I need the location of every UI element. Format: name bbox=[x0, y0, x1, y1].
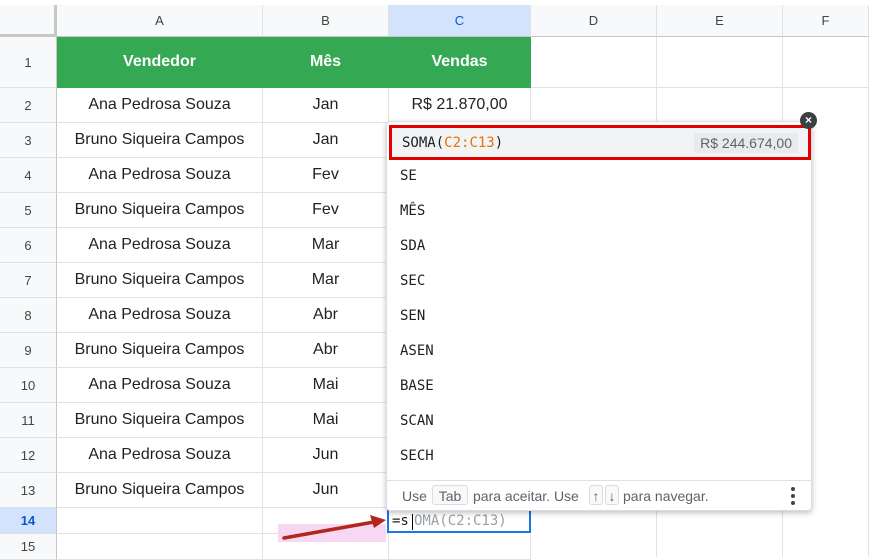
active-cell-editor[interactable]: =s OMA(C2:C13) bbox=[387, 509, 531, 533]
column-header-a[interactable]: A bbox=[57, 5, 263, 37]
typed-text: =s bbox=[392, 513, 409, 529]
suggestion-item[interactable]: SCAN bbox=[400, 413, 434, 429]
suggestion-soma[interactable]: SOMA(C2:C13) R$ 244.674,00 bbox=[389, 125, 811, 160]
row-header-4[interactable]: 4 bbox=[0, 158, 57, 193]
row-header-8[interactable]: 8 bbox=[0, 298, 57, 333]
suggestion-item[interactable]: ASEN bbox=[400, 343, 434, 359]
close-icon[interactable]: × bbox=[800, 112, 817, 129]
select-all-corner[interactable] bbox=[0, 5, 57, 37]
suggestion-item[interactable]: SDA bbox=[400, 238, 425, 254]
column-header-b[interactable]: B bbox=[263, 5, 389, 37]
suggestion-item[interactable]: SEC bbox=[400, 273, 425, 289]
cell-vendedor[interactable]: Bruno Siqueira Campos bbox=[57, 123, 263, 158]
row-header-7[interactable]: 7 bbox=[0, 263, 57, 298]
suggestion-item[interactable]: BASE bbox=[400, 378, 434, 394]
cell-vendas[interactable]: R$ 21.870,00 bbox=[389, 88, 531, 123]
row-header-3[interactable]: 3 bbox=[0, 123, 57, 158]
suggestion-soma-formula: SOMA(C2:C13) bbox=[402, 135, 504, 151]
cell-mes[interactable]: Mar bbox=[263, 263, 389, 298]
suggestion-item[interactable]: SE bbox=[400, 168, 417, 184]
cell-mes[interactable]: Fev bbox=[263, 193, 389, 228]
cell-mes[interactable]: Mai bbox=[263, 368, 389, 403]
footer-navigate-label: para navegar. bbox=[623, 488, 709, 504]
cell-vendedor[interactable]: Bruno Siqueira Campos bbox=[57, 263, 263, 298]
footer-accept-label: para aceitar. Use bbox=[473, 488, 579, 504]
cell-vendedor[interactable]: Ana Pedrosa Souza bbox=[57, 438, 263, 473]
up-arrow-icon: ↑ bbox=[589, 485, 603, 505]
footer-use-label: Use bbox=[402, 488, 427, 504]
text-caret bbox=[412, 514, 413, 530]
row-header-15[interactable]: 15 bbox=[0, 534, 57, 560]
column-header-d[interactable]: D bbox=[531, 5, 657, 37]
cell-vendedor[interactable]: Bruno Siqueira Campos bbox=[57, 333, 263, 368]
row-header-6[interactable]: 6 bbox=[0, 228, 57, 263]
cell-mes[interactable]: Jan bbox=[263, 88, 389, 123]
header-vendedor[interactable]: Vendedor bbox=[57, 37, 263, 88]
cell-vendedor[interactable]: Ana Pedrosa Souza bbox=[57, 298, 263, 333]
tab-key-hint: Tab bbox=[432, 485, 468, 505]
row-header-14[interactable]: 14 bbox=[0, 508, 57, 534]
header-mes[interactable]: Mês bbox=[263, 37, 389, 88]
cell-mes[interactable]: Jun bbox=[263, 438, 389, 473]
formula-autocomplete-popup: SOMA(C2:C13) R$ 244.674,00 SE MÊS SDA SE… bbox=[386, 121, 812, 511]
row-header-12[interactable]: 12 bbox=[0, 438, 57, 473]
cell-mes[interactable]: Jan bbox=[263, 123, 389, 158]
cell-mes[interactable]: Jun bbox=[263, 473, 389, 508]
row-header-11[interactable]: 11 bbox=[0, 403, 57, 438]
column-header-c[interactable]: C bbox=[389, 5, 531, 37]
row-header-9[interactable]: 9 bbox=[0, 333, 57, 368]
more-options-icon[interactable] bbox=[791, 487, 795, 508]
column-header-e[interactable]: E bbox=[657, 5, 783, 37]
row-header-13[interactable]: 13 bbox=[0, 473, 57, 508]
popup-footer: Use Tab para aceitar. Use ↑ ↓ para naveg… bbox=[387, 480, 811, 511]
row-header-5[interactable]: 5 bbox=[0, 193, 57, 228]
cell-vendedor[interactable]: Ana Pedrosa Souza bbox=[57, 228, 263, 263]
row-header-10[interactable]: 10 bbox=[0, 368, 57, 403]
column-header-f[interactable]: F bbox=[783, 5, 869, 37]
down-arrow-icon: ↓ bbox=[605, 485, 619, 505]
suggestion-item[interactable]: MÊS bbox=[400, 203, 425, 219]
header-vendas[interactable]: Vendas bbox=[389, 37, 531, 88]
ghost-completion: OMA(C2:C13) bbox=[414, 513, 507, 529]
cell-mes[interactable]: Mar bbox=[263, 228, 389, 263]
cell-vendedor[interactable]: Bruno Siqueira Campos bbox=[57, 193, 263, 228]
cell-mes[interactable]: Mai bbox=[263, 403, 389, 438]
cell-vendedor[interactable]: Bruno Siqueira Campos bbox=[57, 473, 263, 508]
suggestion-soma-preview: R$ 244.674,00 bbox=[694, 133, 798, 153]
cell-mes[interactable]: Abr bbox=[263, 333, 389, 368]
cell-vendedor[interactable]: Ana Pedrosa Souza bbox=[57, 158, 263, 193]
cell-empty[interactable] bbox=[389, 534, 531, 560]
cell-vendedor[interactable]: Ana Pedrosa Souza bbox=[57, 368, 263, 403]
cell-empty[interactable] bbox=[57, 534, 263, 560]
cell-mes[interactable]: Fev bbox=[263, 158, 389, 193]
row-header-1[interactable]: 1 bbox=[0, 37, 57, 88]
suggestion-item[interactable]: SECH bbox=[400, 448, 434, 464]
arrow-annotation bbox=[282, 515, 386, 540]
cell-vendedor[interactable]: Bruno Siqueira Campos bbox=[57, 403, 263, 438]
cell-vendedor[interactable]: Ana Pedrosa Souza bbox=[57, 88, 263, 123]
suggestion-item[interactable]: SEN bbox=[400, 308, 425, 324]
cell-mes[interactable]: Abr bbox=[263, 298, 389, 333]
row-header-2[interactable]: 2 bbox=[0, 88, 57, 123]
cell-empty[interactable] bbox=[57, 508, 263, 534]
